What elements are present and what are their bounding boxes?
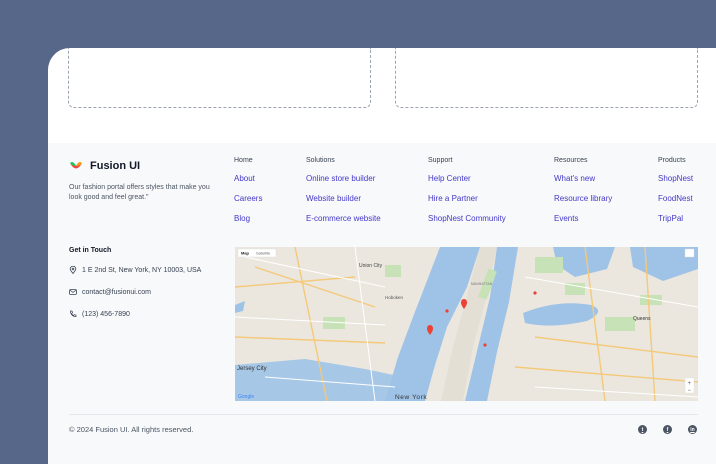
map-label-union-city: Union City	[359, 263, 383, 269]
fullscreen-icon[interactable]	[684, 248, 695, 258]
phone-text: (123) 456-7890	[82, 310, 130, 318]
copyright-text: © 2024 Fusion UI. All rights reserved.	[69, 425, 194, 434]
footer-link-whats-new[interactable]: What's new	[554, 174, 612, 184]
footer-link-online-store-builder[interactable]: Online store builder	[306, 174, 381, 184]
footer-column-home: Home About Careers Blog	[234, 156, 262, 224]
footer-link-shopnest-community[interactable]: ShopNest Community	[428, 214, 506, 224]
contact-address: 1 E 2nd St, New York, NY 10003, USA	[69, 266, 201, 274]
footer-divider	[69, 414, 698, 415]
footer-link-careers[interactable]: Careers	[234, 194, 262, 204]
footer-link-resource-library[interactable]: Resource library	[554, 194, 612, 204]
location-pin-icon	[69, 266, 77, 274]
footer-link-events[interactable]: Events	[554, 214, 612, 224]
map-tab-map[interactable]: Map	[241, 251, 250, 256]
footer-link-website-builder[interactable]: Website builder	[306, 194, 381, 204]
map-tab-satellite[interactable]: Satellite	[256, 251, 271, 256]
placeholder-card-left	[68, 48, 371, 108]
column-title: Solutions	[306, 157, 335, 164]
site-footer: Fusion UI Our fashion portal offers styl…	[48, 143, 716, 464]
twitter-icon[interactable]: t	[638, 425, 647, 434]
mail-icon	[69, 289, 77, 295]
footer-link-shopnest[interactable]: ShopNest	[658, 174, 693, 184]
footer-column-support: Support Help Center Hire a Partner ShopN…	[428, 156, 506, 224]
map-label-queens: Queens	[633, 316, 651, 322]
footer-column-solutions: Solutions Online store builder Website b…	[306, 156, 381, 224]
brand-name: Fusion UI	[90, 160, 141, 172]
column-title: Resources	[554, 157, 588, 164]
location-map[interactable]: Union City Hoboken Jersey City New York …	[235, 247, 698, 401]
footer-link-foodnest[interactable]: FoodNest	[658, 194, 693, 204]
column-title: Support	[428, 157, 453, 164]
linkedin-icon[interactable]: in	[688, 425, 697, 434]
map-label-new-york: New York	[395, 394, 427, 401]
footer-column-resources: Resources What's new Resource library Ev…	[554, 156, 612, 224]
footer-link-blog[interactable]: Blog	[234, 214, 262, 224]
content-panel: Fusion UI Our fashion portal offers styl…	[48, 48, 716, 464]
get-in-touch-title: Get in Touch	[69, 247, 112, 254]
email-text: contact@fusionui.com	[82, 288, 151, 296]
facebook-icon[interactable]: f	[663, 425, 672, 434]
footer-link-about[interactable]: About	[234, 174, 262, 184]
brand-tagline: Our fashion portal offers styles that ma…	[69, 184, 210, 201]
map-label-manhattan: MANHATTAN	[471, 282, 493, 286]
footer-link-help-center[interactable]: Help Center	[428, 174, 506, 184]
footer-link-trippal[interactable]: TripPal	[658, 214, 693, 224]
map-label-hoboken: Hoboken	[385, 295, 404, 300]
column-title: Products	[658, 157, 686, 164]
column-title: Home	[234, 157, 253, 164]
phone-icon	[70, 310, 77, 317]
footer-link-hire-a-partner[interactable]: Hire a Partner	[428, 194, 506, 204]
contact-email[interactable]: contact@fusionui.com	[69, 288, 151, 296]
social-links: t f in	[638, 425, 697, 434]
map-google-logo: Google	[238, 394, 254, 400]
placeholder-card-right	[395, 48, 698, 108]
footer-link-ecommerce-website[interactable]: E-commerce website	[306, 214, 381, 224]
address-text: 1 E 2nd St, New York, NY 10003, USA	[82, 266, 202, 274]
fusion-logo-icon	[70, 162, 82, 169]
footer-column-products: Products ShopNest FoodNest TripPal	[658, 156, 693, 224]
zoom-in-button[interactable]: +	[688, 381, 692, 387]
zoom-out-button[interactable]: −	[688, 388, 692, 394]
brand[interactable]: Fusion UI	[69, 160, 140, 172]
contact-phone[interactable]: (123) 456-7890	[69, 310, 130, 318]
map-label-jersey-city: Jersey City	[237, 366, 267, 372]
